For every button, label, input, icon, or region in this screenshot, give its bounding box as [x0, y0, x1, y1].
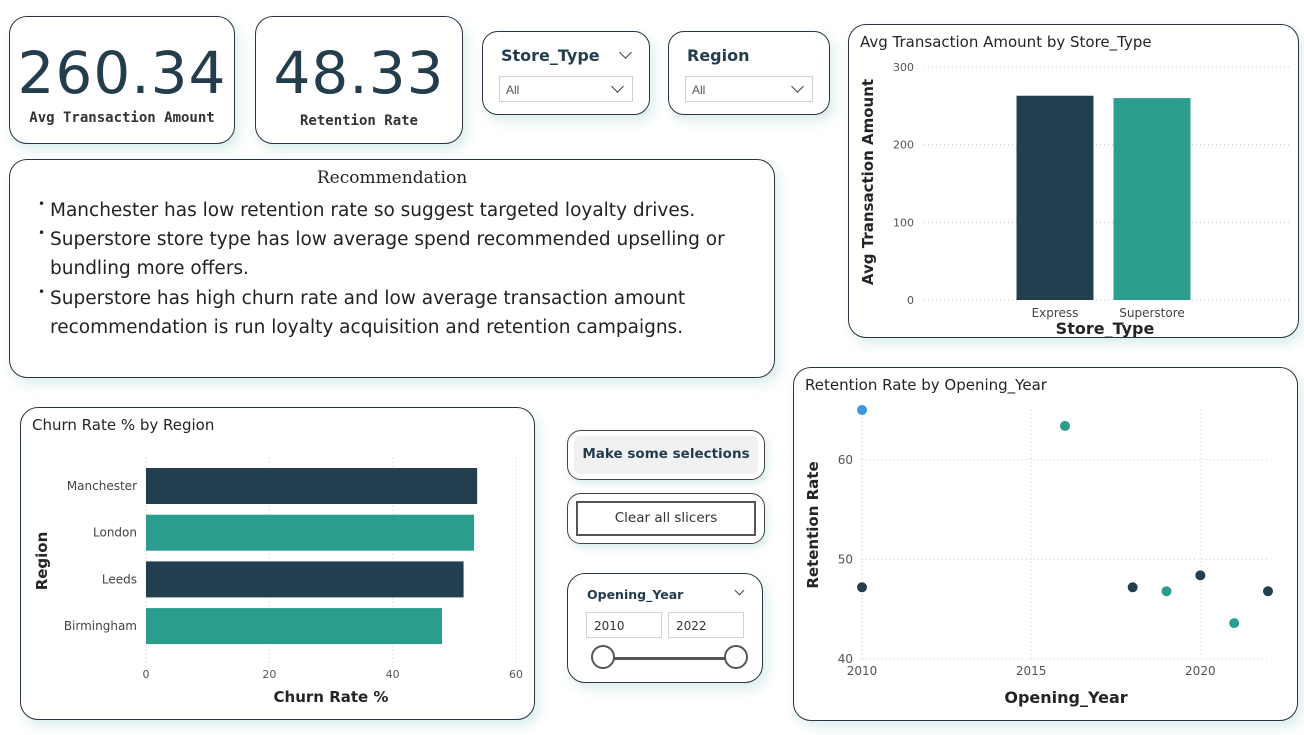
churn-rate-chart: Churn Rate % by Region 0 20 40 60 Manchester…: [20, 407, 535, 720]
avg-transaction-chart: Avg Transaction Amount by Store_Type 0 10…: [848, 24, 1299, 338]
y-tick-label: 100: [893, 216, 914, 229]
avg-transaction-bar-chart: 0 100 200 300 Express SuperstoreStore_Type Avg…: [859, 61, 1289, 337]
churn-rate-bar-chart: 0 20 40 60 Manchester London Leeds Birmingham Ch…: [33, 458, 523, 706]
year-max-input[interactable]: 2022: [668, 612, 744, 638]
kpi-label: Avg Transaction Amount: [29, 110, 215, 126]
make-selections-button[interactable]: Make some selections: [567, 430, 765, 480]
x-tick-label: 2010: [847, 664, 878, 678]
kpi-label: Retention Rate: [299, 113, 418, 129]
y-axis-label: Region: [33, 532, 51, 591]
retention-rate-chart: Retention Rate by Opening_Year 40 50 60 201…: [793, 367, 1298, 721]
chevron-down-icon[interactable]: [619, 46, 632, 59]
kpi-card-retention-rate: 48.33 Retention Rate: [255, 16, 463, 144]
x-tick-label: 20: [262, 668, 276, 681]
chevron-down-icon[interactable]: [734, 585, 745, 596]
y-tick-label: Birmingham: [64, 619, 137, 633]
scatter-point: [1060, 420, 1070, 431]
year-min-value: 2010: [594, 619, 625, 633]
y-tick-label: Manchester: [67, 479, 137, 493]
region-dropdown[interactable]: All: [685, 76, 813, 102]
kpi-value: 260.34: [17, 39, 227, 107]
recommendation-title: Recommendation: [316, 168, 468, 188]
slicer-title: Store_Type: [501, 46, 600, 65]
bar: [146, 608, 442, 645]
scatter-point: [1127, 582, 1138, 593]
year-min-input[interactable]: 2010: [586, 612, 662, 638]
recommendation-item: Superstore has high churn rate and low a…: [38, 278, 734, 342]
retention-scatter-chart: 4050602010 2015 2020Opening_YearRetention …: [804, 405, 1273, 707]
bar: [1113, 98, 1191, 300]
slicer-title: Opening_Year: [587, 587, 684, 602]
recommendation-box: Recommendation Manchester has low retent…: [9, 159, 775, 378]
x-tick-label: 0: [143, 668, 150, 681]
x-tick-label: Express: [1032, 306, 1079, 320]
recommendation-item: Superstore store type has low average sp…: [38, 219, 734, 283]
dropdown-value: All: [506, 83, 520, 97]
chart-title: Churn Rate % by Region: [32, 416, 215, 434]
slider-track: [604, 657, 738, 660]
store-type-dropdown[interactable]: All: [499, 76, 633, 102]
x-tick-label: 2020: [1185, 664, 1216, 678]
chevron-down-icon: [791, 80, 804, 93]
scatter-point: [1161, 586, 1172, 597]
slider-handle-max[interactable]: [724, 645, 748, 669]
year-max-value: 2022: [676, 619, 707, 633]
bar: [146, 514, 475, 551]
button-label: Clear all slicers: [614, 510, 718, 526]
y-tick-label: 60: [838, 453, 853, 467]
y-tick-label: Leeds: [102, 572, 137, 586]
button-label: Make some selections: [582, 446, 750, 462]
scatter-point: [857, 582, 867, 593]
y-tick-label: London: [93, 526, 137, 540]
store-type-slicer: Store_Type All: [482, 31, 650, 115]
x-axis-label: Churn Rate %: [274, 688, 389, 706]
kpi-value: 48.33: [273, 39, 445, 107]
y-tick-label: 300: [893, 61, 914, 74]
slicer-title: Region: [687, 46, 750, 65]
scatter-point: [1195, 570, 1206, 581]
scatter-point: [857, 405, 867, 415]
y-axis-label: Avg Transaction Amount: [859, 79, 877, 285]
clear-slicers-button[interactable]: Clear all slicers: [567, 493, 765, 544]
y-tick-label: 50: [838, 552, 853, 566]
slider-handle-min[interactable]: [591, 645, 615, 669]
kpi-card-avg-transaction: 260.34 Avg Transaction Amount: [9, 16, 235, 144]
x-axis-label: Store_Type: [1056, 319, 1155, 337]
x-tick-label: 2015: [1016, 664, 1047, 678]
bar: [146, 561, 464, 598]
bar: [146, 468, 478, 504]
chevron-down-icon: [611, 80, 624, 93]
scatter-point: [1229, 618, 1240, 629]
scatter-point: [1263, 586, 1273, 597]
x-tick-label: 60: [509, 668, 523, 681]
dropdown-value: All: [692, 83, 706, 97]
y-tick-label: 0: [907, 294, 914, 307]
bar: [1016, 95, 1094, 300]
opening-year-slicer: Opening_Year 2010 2022: [567, 573, 763, 683]
region-slicer: Region All: [668, 31, 830, 115]
recommendation-item: Manchester has low retention rate so sug…: [38, 190, 734, 225]
y-tick-label: 200: [893, 139, 914, 152]
x-axis-label: Opening_Year: [1004, 688, 1127, 707]
x-tick-label: 40: [386, 668, 400, 681]
y-axis-label: Retention Rate: [804, 461, 822, 588]
x-tick-label: Superstore: [1119, 306, 1185, 320]
